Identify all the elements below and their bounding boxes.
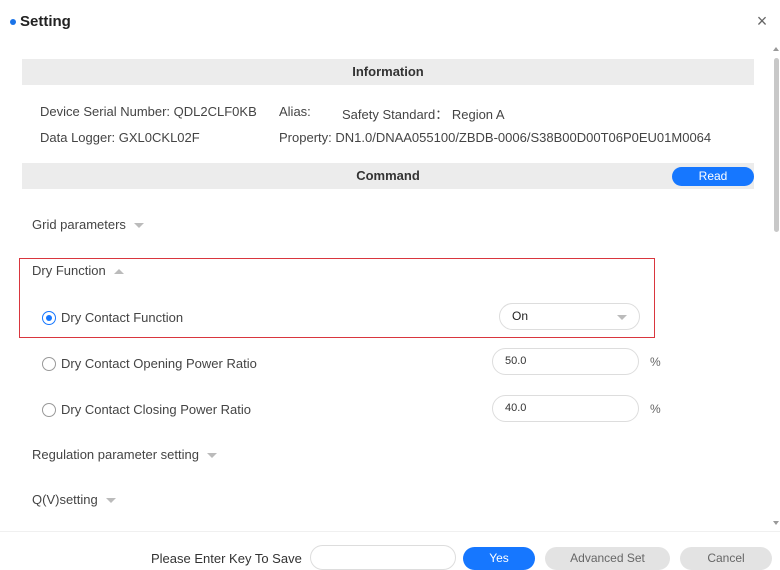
- dry-contact-opening-label: Dry Contact Opening Power Ratio: [61, 356, 257, 371]
- yes-button[interactable]: Yes: [463, 547, 535, 570]
- safety-standard: Safety Standard： Region A: [342, 107, 505, 122]
- advanced-set-button[interactable]: Advanced Set: [545, 547, 670, 570]
- chevron-down-icon: [617, 315, 627, 320]
- dry-contact-function-radio[interactable]: [42, 311, 56, 325]
- chevron-up-icon: [113, 269, 124, 275]
- section-qv-setting[interactable]: Q(V)setting: [32, 492, 116, 507]
- chevron-down-icon: [206, 453, 217, 459]
- scroll-down-arrow-icon[interactable]: [773, 521, 779, 525]
- device-serial-number: Device Serial Number: QDL2CLF0KB: [40, 104, 257, 119]
- dry-contact-closing-unit: %: [650, 402, 661, 416]
- save-key-input[interactable]: [310, 545, 456, 570]
- chevron-down-icon: [133, 223, 144, 229]
- alias-label: Alias:: [279, 104, 311, 119]
- dry-contact-opening-unit: %: [650, 355, 661, 369]
- section-regulation-label: Regulation parameter setting: [32, 447, 199, 462]
- dry-contact-closing-label: Dry Contact Closing Power Ratio: [61, 402, 252, 417]
- data-logger: Data Logger: GXL0CKL02F: [40, 130, 200, 145]
- title-bullet-icon: [10, 19, 16, 25]
- property: Property: DN1.0/DNAA055100/ZBDB-0006/S38…: [279, 130, 712, 145]
- section-regulation-parameter-setting[interactable]: Regulation parameter setting: [32, 447, 217, 462]
- section-qv-label: Q(V)setting: [32, 492, 98, 507]
- section-dry-function[interactable]: Dry Function: [32, 263, 124, 278]
- dry-contact-function-label: Dry Contact Function: [61, 310, 184, 325]
- dry-contact-opening-radio[interactable]: [42, 357, 56, 371]
- information-header-label: Information: [352, 64, 424, 79]
- command-header-label: Command: [356, 168, 420, 183]
- close-icon[interactable]: ×: [754, 11, 770, 32]
- save-key-label: Please Enter Key To Save: [151, 551, 302, 566]
- section-grid-parameters-label: Grid parameters: [32, 217, 126, 232]
- chevron-down-icon: [105, 498, 116, 504]
- information-header: Information: [22, 59, 754, 85]
- footer-divider: [0, 531, 780, 532]
- dry-contact-closing-input[interactable]: 40.0: [492, 395, 639, 422]
- section-grid-parameters[interactable]: Grid parameters: [32, 217, 144, 232]
- dry-contact-function-select[interactable]: On: [499, 303, 640, 330]
- cancel-button[interactable]: Cancel: [680, 547, 772, 570]
- section-dry-function-label: Dry Function: [32, 263, 106, 278]
- dialog-title: Setting: [20, 13, 71, 30]
- dry-contact-closing-radio[interactable]: [42, 403, 56, 417]
- dry-contact-opening-input[interactable]: 50.0: [492, 348, 639, 375]
- dry-contact-function-value: On: [512, 309, 529, 323]
- read-button[interactable]: Read: [672, 167, 754, 186]
- scroll-up-arrow-icon[interactable]: [773, 47, 779, 51]
- command-header: Command: [22, 163, 754, 189]
- scrollbar-thumb[interactable]: [774, 58, 779, 232]
